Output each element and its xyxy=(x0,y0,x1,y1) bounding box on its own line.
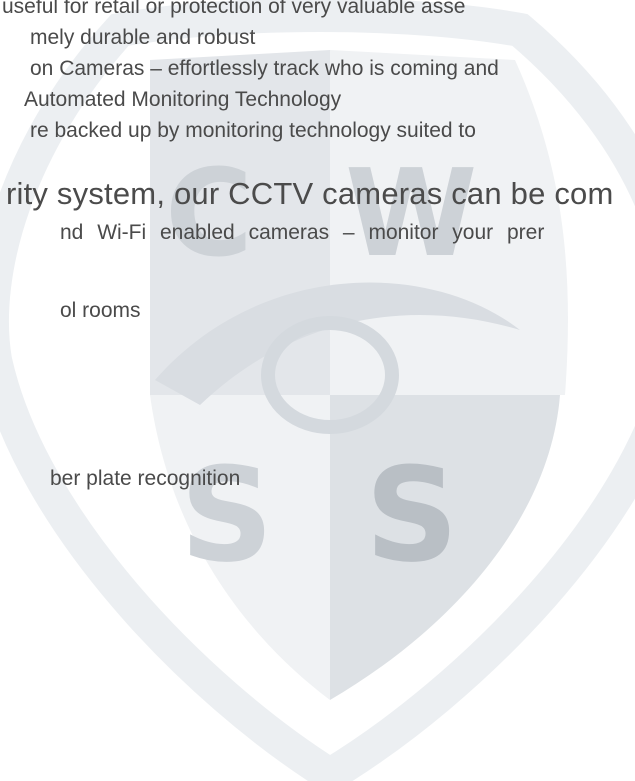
text-line-2: mely durable and robust xyxy=(30,26,256,49)
text-line-8: ol rooms xyxy=(60,299,141,322)
text-line-5: re backed up by monitoring technology su… xyxy=(30,119,476,142)
document-page: C W S S useful for retail or protection … xyxy=(0,0,635,781)
text-line-9: ber plate recognition xyxy=(50,467,241,490)
document-text: useful for retail or protection of very … xyxy=(0,0,635,781)
text-line-7: nd Wi-Fi enabled cameras – monitor your … xyxy=(60,221,545,244)
text-heading-line: rity system, our CCTV cameras can be com xyxy=(6,176,614,211)
text-line-3: on Cameras – effortlessly track who is c… xyxy=(30,57,499,80)
text-line-4: Automated Monitoring Technology xyxy=(24,88,342,111)
text-line-1: useful for retail or protection of very … xyxy=(2,0,466,18)
